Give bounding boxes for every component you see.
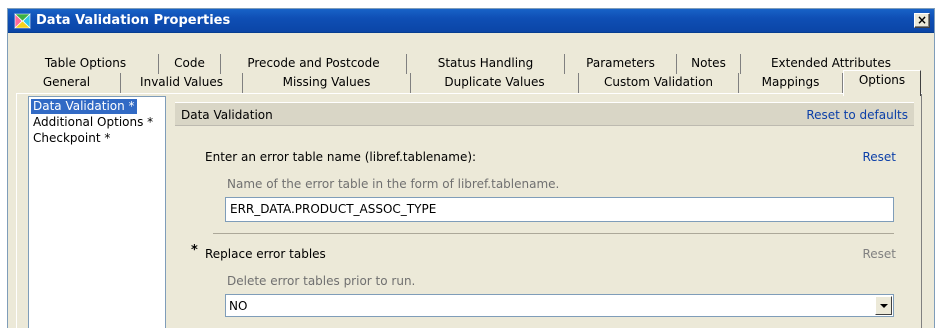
- chevron-down-icon[interactable]: [875, 296, 892, 315]
- panel-header: Data Validation Reset to defaults: [175, 102, 914, 126]
- tab-status-handling[interactable]: Status Handling: [407, 54, 565, 74]
- replace-error-tables-value: NO: [229, 299, 248, 313]
- tab-missing-values[interactable]: Missing Values: [243, 73, 411, 93]
- tab-mappings[interactable]: Mappings: [739, 73, 843, 93]
- error-table-label: Enter an error table name (libref.tablen…: [205, 150, 477, 164]
- tab-table-options[interactable]: Table Options: [13, 54, 159, 74]
- error-table-name-field[interactable]: ERR_DATA.PRODUCT_ASSOC_TYPE: [225, 197, 894, 222]
- section-divider: [213, 233, 894, 234]
- panel-title: Data Validation: [181, 108, 273, 122]
- tab-precode-postcode[interactable]: Precode and Postcode: [221, 54, 407, 74]
- tab-notes[interactable]: Notes: [677, 54, 741, 74]
- nav-item-checkpoint[interactable]: Checkpoint *: [31, 131, 112, 146]
- replace-error-tables-label: Replace error tables: [205, 247, 326, 261]
- data-validation-icon: [14, 13, 31, 29]
- tab-general[interactable]: General: [13, 73, 121, 93]
- error-table-reset-link[interactable]: Reset: [862, 150, 896, 164]
- replace-tables-description: Delete error tables prior to run.: [227, 274, 416, 288]
- nav-item-additional-options[interactable]: Additional Options *: [31, 115, 155, 130]
- options-panel: Data Validation Reset to defaults Enter …: [175, 102, 914, 328]
- error-table-description: Name of the error table in the form of l…: [227, 177, 560, 191]
- tab-custom-validation[interactable]: Custom Validation: [579, 73, 739, 93]
- tab-code[interactable]: Code: [159, 54, 221, 74]
- tab-strip-edge: [16, 93, 922, 94]
- options-nav-list[interactable]: Data Validation * Additional Options * C…: [28, 96, 166, 328]
- tab-parameters[interactable]: Parameters: [565, 54, 677, 74]
- nav-item-data-validation[interactable]: Data Validation *: [31, 99, 137, 114]
- close-button[interactable]: ×: [914, 13, 930, 28]
- tab-duplicate-values[interactable]: Duplicate Values: [411, 73, 579, 93]
- replace-tables-reset-link: Reset: [862, 247, 896, 261]
- reset-to-defaults-link[interactable]: Reset to defaults: [806, 108, 908, 122]
- tab-options[interactable]: Options: [843, 70, 921, 96]
- window-title: Data Validation Properties: [36, 13, 231, 28]
- tab-invalid-values[interactable]: Invalid Values: [121, 73, 243, 93]
- required-marker: *: [191, 243, 198, 258]
- title-bar[interactable]: Data Validation Properties ×: [8, 9, 934, 33]
- replace-error-tables-select[interactable]: NO: [225, 294, 894, 317]
